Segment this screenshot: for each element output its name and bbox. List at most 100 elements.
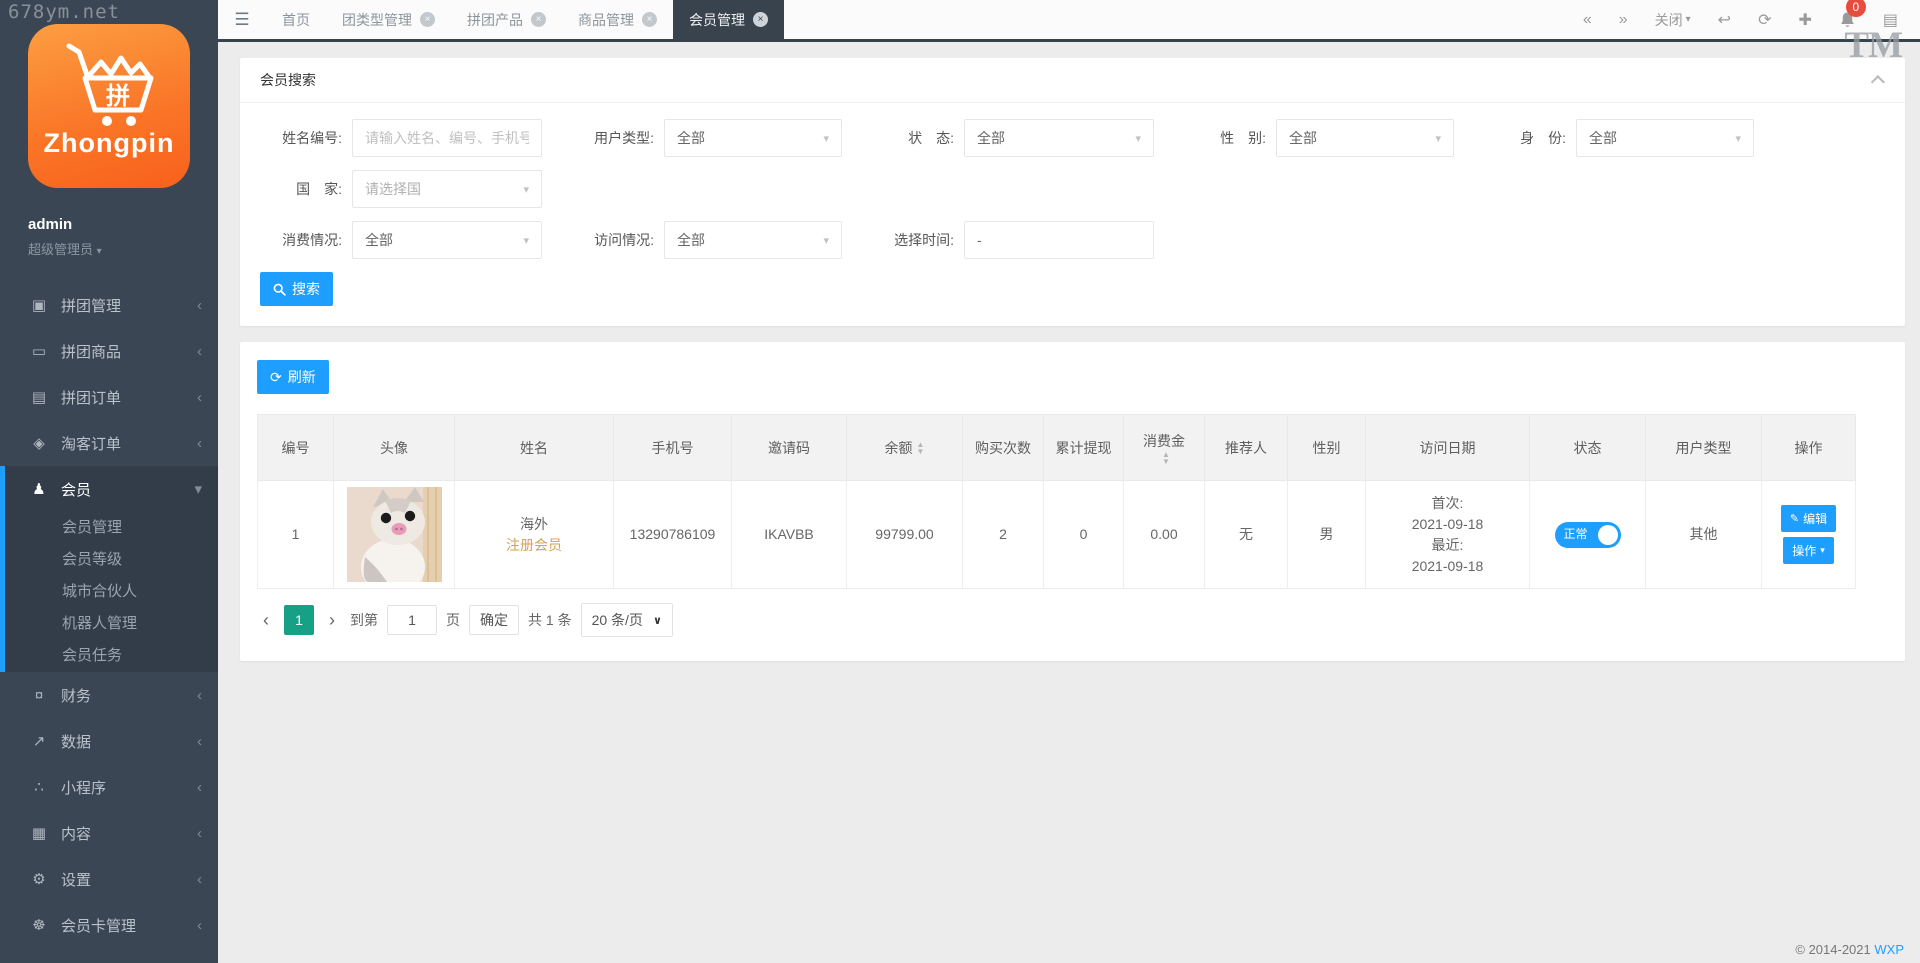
sidebar-item-finance[interactable]: ¤ 财务 ‹: [0, 672, 218, 718]
edit-button[interactable]: ✎ 编辑: [1781, 505, 1836, 532]
col-balance-label: 余额: [885, 440, 913, 456]
tabbar: ☰ 首页 团类型管理 × 拼团产品 × 商品管理 × 会员管理 × «: [218, 0, 1920, 42]
tab-goods-manage[interactable]: 商品管理 ×: [562, 0, 673, 39]
consume-select[interactable]: 全部 ▾: [352, 221, 542, 259]
cell-consume-gold: 0.00: [1124, 481, 1205, 589]
tab-group-type-manage[interactable]: 团类型管理 ×: [326, 0, 451, 39]
sidebar-item-taoke-orders[interactable]: ◈ 淘客订单 ‹: [0, 420, 218, 466]
sidebar-subitem-city-partner[interactable]: 城市合伙人: [0, 576, 218, 608]
sidebar-item-content[interactable]: ▦ 内容 ‹: [0, 810, 218, 856]
identity-select[interactable]: 全部 ▾: [1576, 119, 1754, 157]
country-field-label: 国 家:: [260, 179, 342, 199]
app-logo[interactable]: 拼 Zhongpin: [28, 24, 190, 188]
chevron-left-icon: ‹: [197, 917, 202, 934]
sort-down-icon[interactable]: ▼: [1162, 459, 1170, 466]
col-actions: 操作: [1762, 415, 1856, 481]
sidebar-item-label: 数据: [61, 731, 91, 752]
cell-name: 海外 注册会员: [455, 481, 614, 589]
visit-select[interactable]: 全部 ▾: [664, 221, 842, 259]
caret-down-icon: ▾: [823, 234, 829, 247]
caret-down-icon: ▾: [823, 132, 829, 145]
scroll-tabs-right-icon[interactable]: »: [1619, 11, 1628, 29]
refresh-button[interactable]: ⟳ 刷新: [257, 360, 329, 394]
layout-list-icon[interactable]: ▤: [1883, 10, 1898, 30]
search-panel-title: 会员搜索: [260, 70, 316, 90]
undo-icon[interactable]: ↩: [1718, 10, 1731, 30]
visit-value: 全部: [677, 230, 705, 250]
member-card-icon: ☸: [28, 916, 50, 934]
total-count-label: 共 1 条: [528, 610, 572, 630]
sidebar-item-settings[interactable]: ⚙ 设置 ‹: [0, 856, 218, 902]
page-size-value: 20 条/页: [592, 610, 643, 630]
sidebar-item-label: 拼团订单: [61, 387, 121, 408]
scroll-tabs-left-icon[interactable]: «: [1583, 11, 1592, 29]
tab-group-product[interactable]: 拼团产品 ×: [451, 0, 562, 39]
collapse-panel-icon[interactable]: [1871, 75, 1885, 89]
sidebar-item-group-orders[interactable]: ▤ 拼团订单 ‹: [0, 374, 218, 420]
gear-icon: ⚙: [28, 870, 50, 888]
sort-consume-gold[interactable]: ▲▼: [1162, 452, 1170, 466]
status-select[interactable]: 全部 ▾: [964, 119, 1154, 157]
next-page-icon[interactable]: ›: [323, 605, 341, 635]
sidebar-subitem-member-manage[interactable]: 会员管理: [0, 512, 218, 544]
close-tabs-dropdown[interactable]: 关闭 ▾: [1655, 10, 1691, 30]
content-book-icon: ▦: [28, 824, 50, 842]
gender-value: 全部: [1289, 128, 1317, 148]
member-avatar[interactable]: [347, 487, 442, 582]
user-role-dropdown[interactable]: 超级管理员 ▾: [28, 239, 218, 258]
sidebar-item-label: 设置: [61, 869, 91, 890]
name-input[interactable]: [365, 130, 529, 146]
identity-field-label: 身 份:: [1484, 128, 1566, 148]
chevron-left-icon: ‹: [197, 343, 202, 360]
notification-bell-icon[interactable]: 0: [1839, 11, 1856, 29]
page-jump-input[interactable]: [387, 605, 437, 635]
sidebar-subitem-member-level[interactable]: 会员等级: [0, 544, 218, 576]
close-icon[interactable]: ×: [420, 12, 435, 27]
user-name: admin: [28, 216, 218, 233]
gender-field-label: 性 别:: [1184, 128, 1266, 148]
caret-down-icon: ▾: [523, 183, 529, 196]
page-jump-confirm-button[interactable]: 确定: [469, 605, 519, 635]
close-icon[interactable]: ×: [642, 12, 657, 27]
country-select[interactable]: 请选择国 ▾: [352, 170, 542, 208]
sidebar-item-data[interactable]: ↗ 数据 ‹: [0, 718, 218, 764]
member-table-panel: ⟳ 刷新 编号 头像: [240, 342, 1905, 661]
visit-field-label: 访问情况:: [572, 230, 654, 250]
sidebar-nav: ▣ 拼团管理 ‹ ▭ 拼团商品 ‹ ▤ 拼团订单 ‹ ◈ 淘客订单 ‹: [0, 282, 218, 948]
search-button[interactable]: 搜索: [260, 272, 333, 306]
brand-link[interactable]: WXP: [1874, 942, 1904, 957]
sidebar-item-miniapp[interactable]: ∴ 小程序 ‹: [0, 764, 218, 810]
prev-page-icon[interactable]: ‹: [257, 605, 275, 635]
page-unit-label: 页: [446, 610, 460, 630]
sort-down-icon[interactable]: ▼: [917, 449, 925, 456]
user-type-select[interactable]: 全部 ▾: [664, 119, 842, 157]
refresh-icon[interactable]: ⟳: [1758, 10, 1771, 30]
finance-icon: ¤: [28, 687, 50, 704]
caret-down-icon: ▾: [1135, 132, 1141, 145]
sidebar-item-member[interactable]: ♟ 会员 ▾: [0, 466, 218, 512]
fullscreen-move-icon[interactable]: ✚: [1798, 10, 1811, 30]
status-toggle[interactable]: 正常: [1555, 522, 1621, 548]
sidebar-item-member-card[interactable]: ☸ 会员卡管理 ‹: [0, 902, 218, 948]
cell-invite-code: IKAVBB: [732, 481, 847, 589]
tab-home[interactable]: 首页: [266, 0, 326, 39]
sidebar-item-group-goods[interactable]: ▭ 拼团商品 ‹: [0, 328, 218, 374]
member-tag[interactable]: 注册会员: [461, 535, 607, 556]
close-icon[interactable]: ×: [753, 12, 768, 27]
page-size-select[interactable]: 20 条/页 ∨: [581, 603, 673, 637]
search-icon: [273, 283, 286, 296]
time-range-input[interactable]: [977, 232, 1141, 248]
cell-avatar: [334, 481, 455, 589]
sidebar-subitem-member-task[interactable]: 会员任务: [0, 640, 218, 672]
sidebar-item-group-manage[interactable]: ▣ 拼团管理 ‹: [0, 282, 218, 328]
gender-select[interactable]: 全部 ▾: [1276, 119, 1454, 157]
col-gender: 性别: [1288, 415, 1366, 481]
hamburger-menu-icon[interactable]: ☰: [218, 0, 266, 39]
page-number-current[interactable]: 1: [284, 605, 314, 635]
tab-member-manage[interactable]: 会员管理 ×: [673, 0, 784, 39]
action-dropdown-button[interactable]: 操作 ▾: [1783, 537, 1834, 564]
close-icon[interactable]: ×: [531, 12, 546, 27]
footer: © 2014-2021 WXP: [1795, 942, 1904, 957]
sort-balance[interactable]: ▲▼: [917, 442, 925, 456]
sidebar-subitem-robot-manage[interactable]: 机器人管理: [0, 608, 218, 640]
